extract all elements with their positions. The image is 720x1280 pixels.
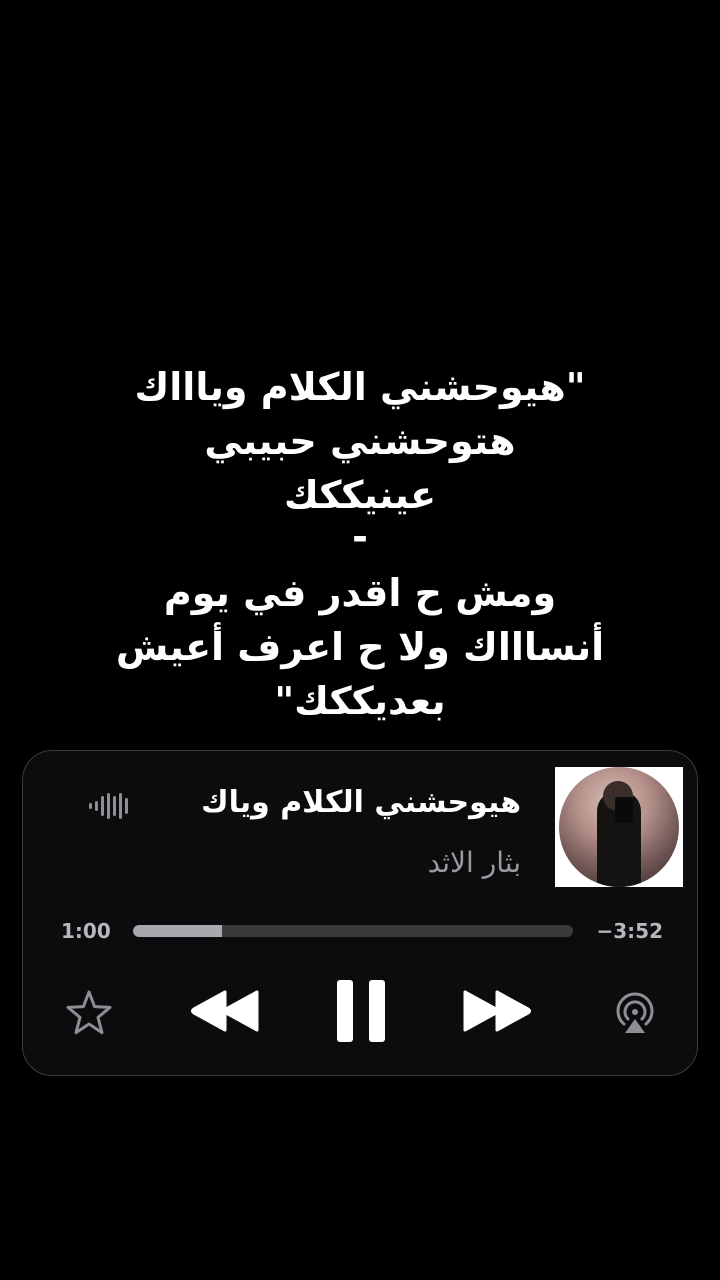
time-elapsed: 1:00: [61, 919, 111, 943]
song-artist[interactable]: بثار الاثد: [428, 845, 521, 881]
now-playing-card: هيوحشني الكلام وياك بثار الاثد 1:00 −3:5…: [22, 750, 698, 1076]
lyrics-line: أنساااك ولا ح اعرف أعيش: [115, 625, 605, 669]
pause-icon: [337, 980, 385, 1042]
rewind-button[interactable]: [187, 983, 263, 1039]
progress-scrubber[interactable]: [133, 925, 573, 937]
favorite-button[interactable]: [61, 985, 117, 1041]
airplay-button[interactable]: [607, 985, 663, 1041]
lyrics-line: عينيككك: [283, 473, 437, 517]
airplay-icon: [616, 992, 654, 1033]
lyrics-line: هتوحشني حبيبي: [204, 419, 516, 463]
artwork-photo: [559, 767, 679, 887]
pause-button[interactable]: [329, 973, 393, 1049]
lyrics-line: بعديككك": [274, 679, 446, 723]
progress-fill: [133, 925, 223, 937]
lyrics-line: ومش ح اقدر في يوم: [163, 571, 557, 615]
song-title: هيوحشني الكلام وياك: [201, 785, 521, 820]
lyrics-line: "هيوحشني الكلام وياااك: [134, 365, 586, 409]
artwork-phone: [615, 797, 633, 823]
album-artwork[interactable]: [555, 767, 683, 887]
waveform-icon: [89, 791, 133, 821]
fast-forward-button[interactable]: [459, 983, 535, 1039]
rewind-icon: [191, 990, 259, 1032]
video-frame: "هيوحشني الكلام وياااك هتوحشني حبيبي عين…: [0, 0, 720, 1280]
star-icon: [66, 990, 112, 1035]
lyrics-overlay: "هيوحشني الكلام وياااك هتوحشني حبيبي عين…: [0, 360, 720, 728]
lyrics-separator: -: [352, 515, 368, 559]
fast-forward-icon: [463, 990, 531, 1032]
time-remaining: −3:52: [596, 919, 663, 943]
